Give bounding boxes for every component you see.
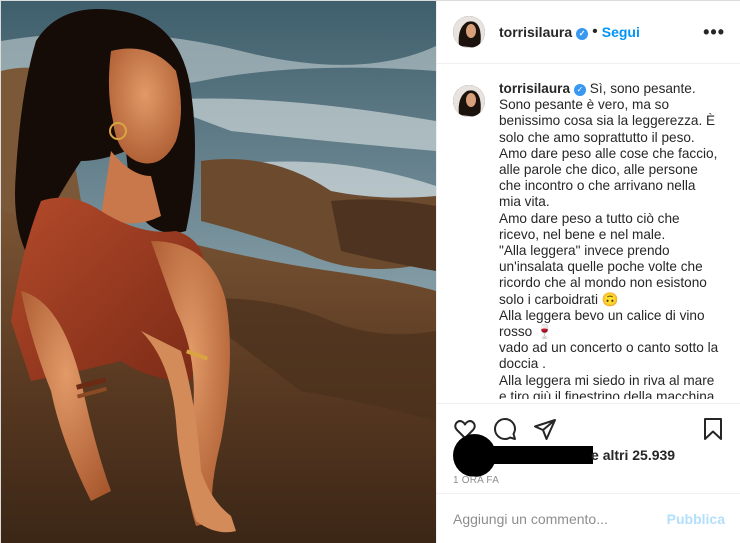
caption-username[interactable]: torrisilaura (499, 81, 570, 96)
comment-input[interactable]: Aggiungi un commento... (453, 511, 667, 527)
more-options-icon[interactable]: ••• (703, 22, 725, 43)
comment-icon[interactable] (493, 417, 517, 441)
redacted-liker-name (475, 446, 593, 464)
verified-badge-icon: ✓ (576, 28, 589, 40)
likes-e: e (591, 447, 599, 463)
post-photo[interactable] (1, 1, 436, 543)
caption-body: Sì, sono pesante. Sono pesante è vero, m… (499, 81, 719, 399)
post-modal: torrisilaura ✓ • Segui ••• torrisilaura ✓ … (0, 0, 740, 543)
post-photo-illustration (1, 1, 436, 543)
likes-row: e altri 25.939 (453, 434, 725, 477)
header-username-text[interactable]: torrisilaura (499, 24, 572, 40)
header-separator: • (592, 23, 598, 40)
follow-button[interactable]: Segui (602, 24, 640, 40)
post-header: torrisilaura ✓ • Segui ••• (437, 1, 740, 64)
caption-verified-badge-icon: ✓ (574, 84, 587, 96)
comment-box: Aggiungi un commento... Pubblica (437, 493, 740, 543)
caption-area: torrisilaura ✓ Sì, sono pesante. Sono pes… (453, 81, 727, 399)
caption-avatar[interactable] (453, 85, 485, 117)
likes-others[interactable]: altri 25.939 (603, 447, 675, 463)
publish-button[interactable]: Pubblica (667, 511, 725, 527)
header-username[interactable]: torrisilaura ✓ (499, 24, 589, 40)
share-icon[interactable] (533, 417, 557, 441)
caption-text: torrisilaura ✓ Sì, sono pesante. Sono pes… (499, 81, 719, 399)
bookmark-icon[interactable] (701, 417, 725, 441)
post-timestamp[interactable]: 1 ORA FA (453, 475, 499, 486)
avatar-image (453, 16, 485, 48)
likes-count[interactable]: e altri 25.939 (591, 447, 675, 463)
caption-avatar-image (453, 85, 485, 117)
avatar[interactable] (453, 16, 485, 48)
post-sidebar: torrisilaura ✓ • Segui ••• torrisilaura ✓ … (436, 1, 740, 543)
